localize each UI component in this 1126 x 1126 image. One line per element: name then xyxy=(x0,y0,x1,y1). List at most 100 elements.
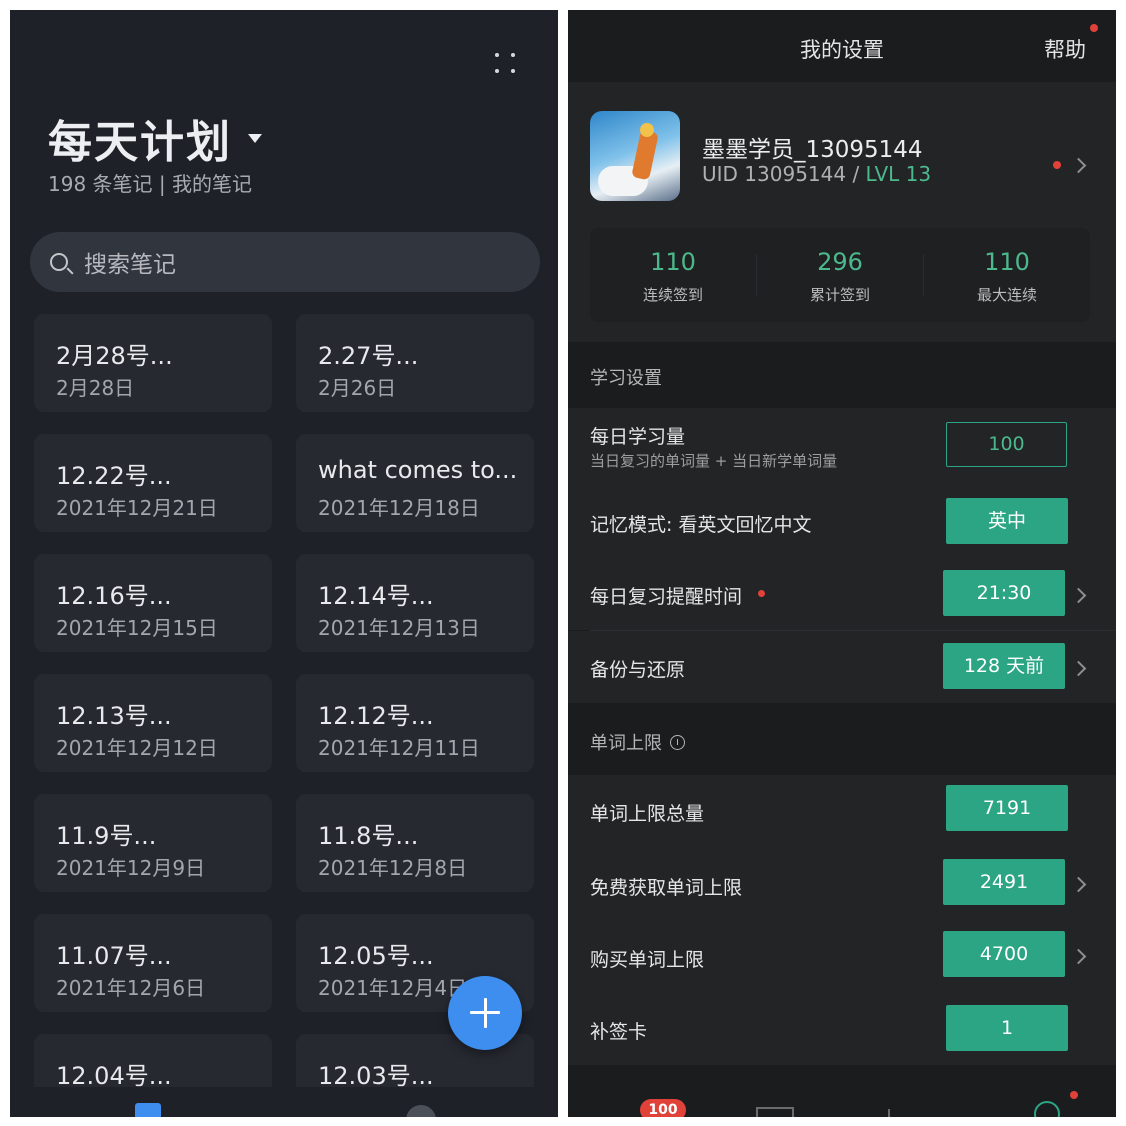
note-card[interactable]: 11.9号... 2021年12月9日 xyxy=(34,794,272,892)
notes-tab-icon[interactable] xyxy=(135,1103,161,1117)
daily-amount-input[interactable]: 100 xyxy=(946,422,1067,467)
settings-tab-dot xyxy=(1070,1091,1078,1099)
note-title: 12.13号... xyxy=(56,702,172,730)
header: 我的设置 帮助 xyxy=(568,10,1116,82)
word-limit-total-value: 7191 xyxy=(946,785,1068,831)
stats-tab-icon[interactable] xyxy=(888,1109,890,1117)
free-limit-button[interactable]: 2491 xyxy=(943,859,1065,905)
level-text: LVL 13 xyxy=(865,162,932,186)
calendar-tab-icon[interactable] xyxy=(756,1107,794,1117)
note-date: 2021年12月11日 xyxy=(318,736,480,760)
section-title: 单词上限 xyxy=(590,729,685,755)
add-note-button[interactable] xyxy=(448,976,522,1050)
todo-tab-icon[interactable] xyxy=(406,1105,436,1117)
note-title: 12.12号... xyxy=(318,702,434,730)
search-bar[interactable]: 搜索笔记 xyxy=(30,232,540,292)
profile-notification-dot xyxy=(1053,161,1061,169)
settings-app-panel: 我的设置 帮助 墨墨学员_13095144 UID 13095144 / LVL… xyxy=(568,10,1116,1117)
note-date: 2月26日 xyxy=(318,376,397,400)
row-label: 补签卡 xyxy=(590,1021,648,1043)
stat-total: 296 累计签到 xyxy=(809,248,870,304)
note-title: 11.9号... xyxy=(56,822,157,850)
row-label: 免费获取单词上限 xyxy=(590,877,743,899)
stat-streak: 110 连续签到 xyxy=(642,248,703,304)
notebook-title: 每天计划 xyxy=(48,117,232,168)
note-card[interactable]: 2.27号... 2月26日 xyxy=(296,314,534,412)
chevron-right-icon xyxy=(1070,948,1087,965)
note-date: 2021年12月15日 xyxy=(56,616,218,640)
user-id: UID 13095144 / LVL 13 xyxy=(702,162,932,186)
makeup-card-value: 1 xyxy=(946,1005,1068,1051)
settings-tab-icon[interactable] xyxy=(1034,1101,1060,1117)
note-card[interactable]: 12.13号... 2021年12月12日 xyxy=(34,674,272,772)
note-card[interactable]: 12.12号... 2021年12月11日 xyxy=(296,674,534,772)
chevron-right-icon xyxy=(1070,157,1087,174)
row-label: 单词上限总量 xyxy=(590,803,705,825)
avatar xyxy=(590,111,680,201)
search-placeholder: 搜索笔记 xyxy=(84,252,176,278)
nav-badge: 100 xyxy=(640,1099,686,1117)
memory-mode-row[interactable]: 记忆模式: 看英文回忆中文 英中 xyxy=(568,484,1116,558)
backup-button[interactable]: 128 天前 xyxy=(943,643,1065,689)
memory-mode-button[interactable]: 英中 xyxy=(946,498,1068,544)
bottom-nav: 100 xyxy=(568,1067,1116,1117)
page-title: 我的设置 xyxy=(800,38,884,62)
bottom-nav xyxy=(10,1087,558,1117)
review-time-dot xyxy=(758,590,765,597)
info-icon[interactable] xyxy=(670,735,685,750)
chevron-right-icon xyxy=(1070,876,1087,893)
note-title: 11.8号... xyxy=(318,822,419,850)
free-limit-row[interactable]: 免费获取单词上限 2491 xyxy=(568,847,1116,921)
note-card[interactable]: 11.07号... 2021年12月6日 xyxy=(34,914,272,1012)
review-time-button[interactable]: 21:30 xyxy=(943,570,1065,616)
caret-down-icon xyxy=(248,133,262,143)
note-card[interactable]: 2月28号... 2月28日 xyxy=(34,314,272,412)
note-title: 2.27号... xyxy=(318,342,419,370)
more-menu-icon[interactable] xyxy=(492,50,518,76)
note-title: 12.22号... xyxy=(56,462,172,490)
word-limit-total-row: 单词上限总量 7191 xyxy=(568,775,1116,847)
note-date: 2021年12月6日 xyxy=(56,976,206,1000)
section-word-limit: 单词上限 xyxy=(568,703,1116,775)
row-label: 备份与还原 xyxy=(590,659,686,681)
note-title: 12.05号... xyxy=(318,942,434,970)
note-title: 12.04号... xyxy=(56,1062,172,1090)
row-label: 购买单词上限 xyxy=(590,949,705,971)
checkin-stats: 110 连续签到 296 累计签到 110 最大连续 xyxy=(590,228,1090,322)
note-card[interactable]: 12.22号... 2021年12月21日 xyxy=(34,434,272,532)
row-label: 每日复习提醒时间 xyxy=(590,586,743,608)
note-title: 12.16号... xyxy=(56,582,172,610)
chevron-right-icon xyxy=(1070,587,1087,604)
stat-max-streak: 110 最大连续 xyxy=(976,248,1037,304)
note-title: 12.03号... xyxy=(318,1062,434,1090)
note-card[interactable]: what comes to... 2021年12月18日 xyxy=(296,434,534,532)
review-time-row[interactable]: 每日复习提醒时间 21:30 xyxy=(568,558,1116,630)
note-date: 2021年12月8日 xyxy=(318,856,468,880)
note-date: 2021年12月13日 xyxy=(318,616,480,640)
help-link[interactable]: 帮助 xyxy=(1044,34,1086,64)
note-date: 2021年12月18日 xyxy=(318,496,480,520)
note-date: 2月28日 xyxy=(56,376,135,400)
daily-amount-row[interactable]: 每日学习量 当日复习的单词量 + 当日新学单词量 100 xyxy=(568,408,1116,484)
notebook-subtitle: 198 条笔记 | 我的笔记 xyxy=(48,172,252,196)
notes-app-panel: 每天计划 198 条笔记 | 我的笔记 搜索笔记 2月28号... 2月28日 … xyxy=(10,10,558,1117)
note-title: 2月28号... xyxy=(56,342,173,370)
row-label: 记忆模式: 看英文回忆中文 xyxy=(590,514,812,536)
note-card[interactable]: 12.14号... 2021年12月13日 xyxy=(296,554,534,652)
note-date: 2021年12月12日 xyxy=(56,736,218,760)
search-icon xyxy=(50,253,68,271)
notebook-selector[interactable]: 每天计划 xyxy=(48,108,262,168)
note-date: 2021年12月21日 xyxy=(56,496,218,520)
help-notification-dot xyxy=(1090,24,1098,32)
buy-limit-row[interactable]: 购买单词上限 4700 xyxy=(568,921,1116,995)
backup-row[interactable]: 备份与还原 128 天前 xyxy=(568,631,1116,703)
section-study-settings: 学习设置 xyxy=(568,342,1116,408)
note-card[interactable]: 11.8号... 2021年12月8日 xyxy=(296,794,534,892)
note-title: what comes to... xyxy=(318,456,518,484)
note-title: 12.14号... xyxy=(318,582,434,610)
note-card[interactable]: 12.16号... 2021年12月15日 xyxy=(34,554,272,652)
row-label: 每日学习量 xyxy=(590,426,686,448)
note-title: 11.07号... xyxy=(56,942,172,970)
section-title: 学习设置 xyxy=(590,368,662,389)
buy-limit-button[interactable]: 4700 xyxy=(943,931,1065,977)
